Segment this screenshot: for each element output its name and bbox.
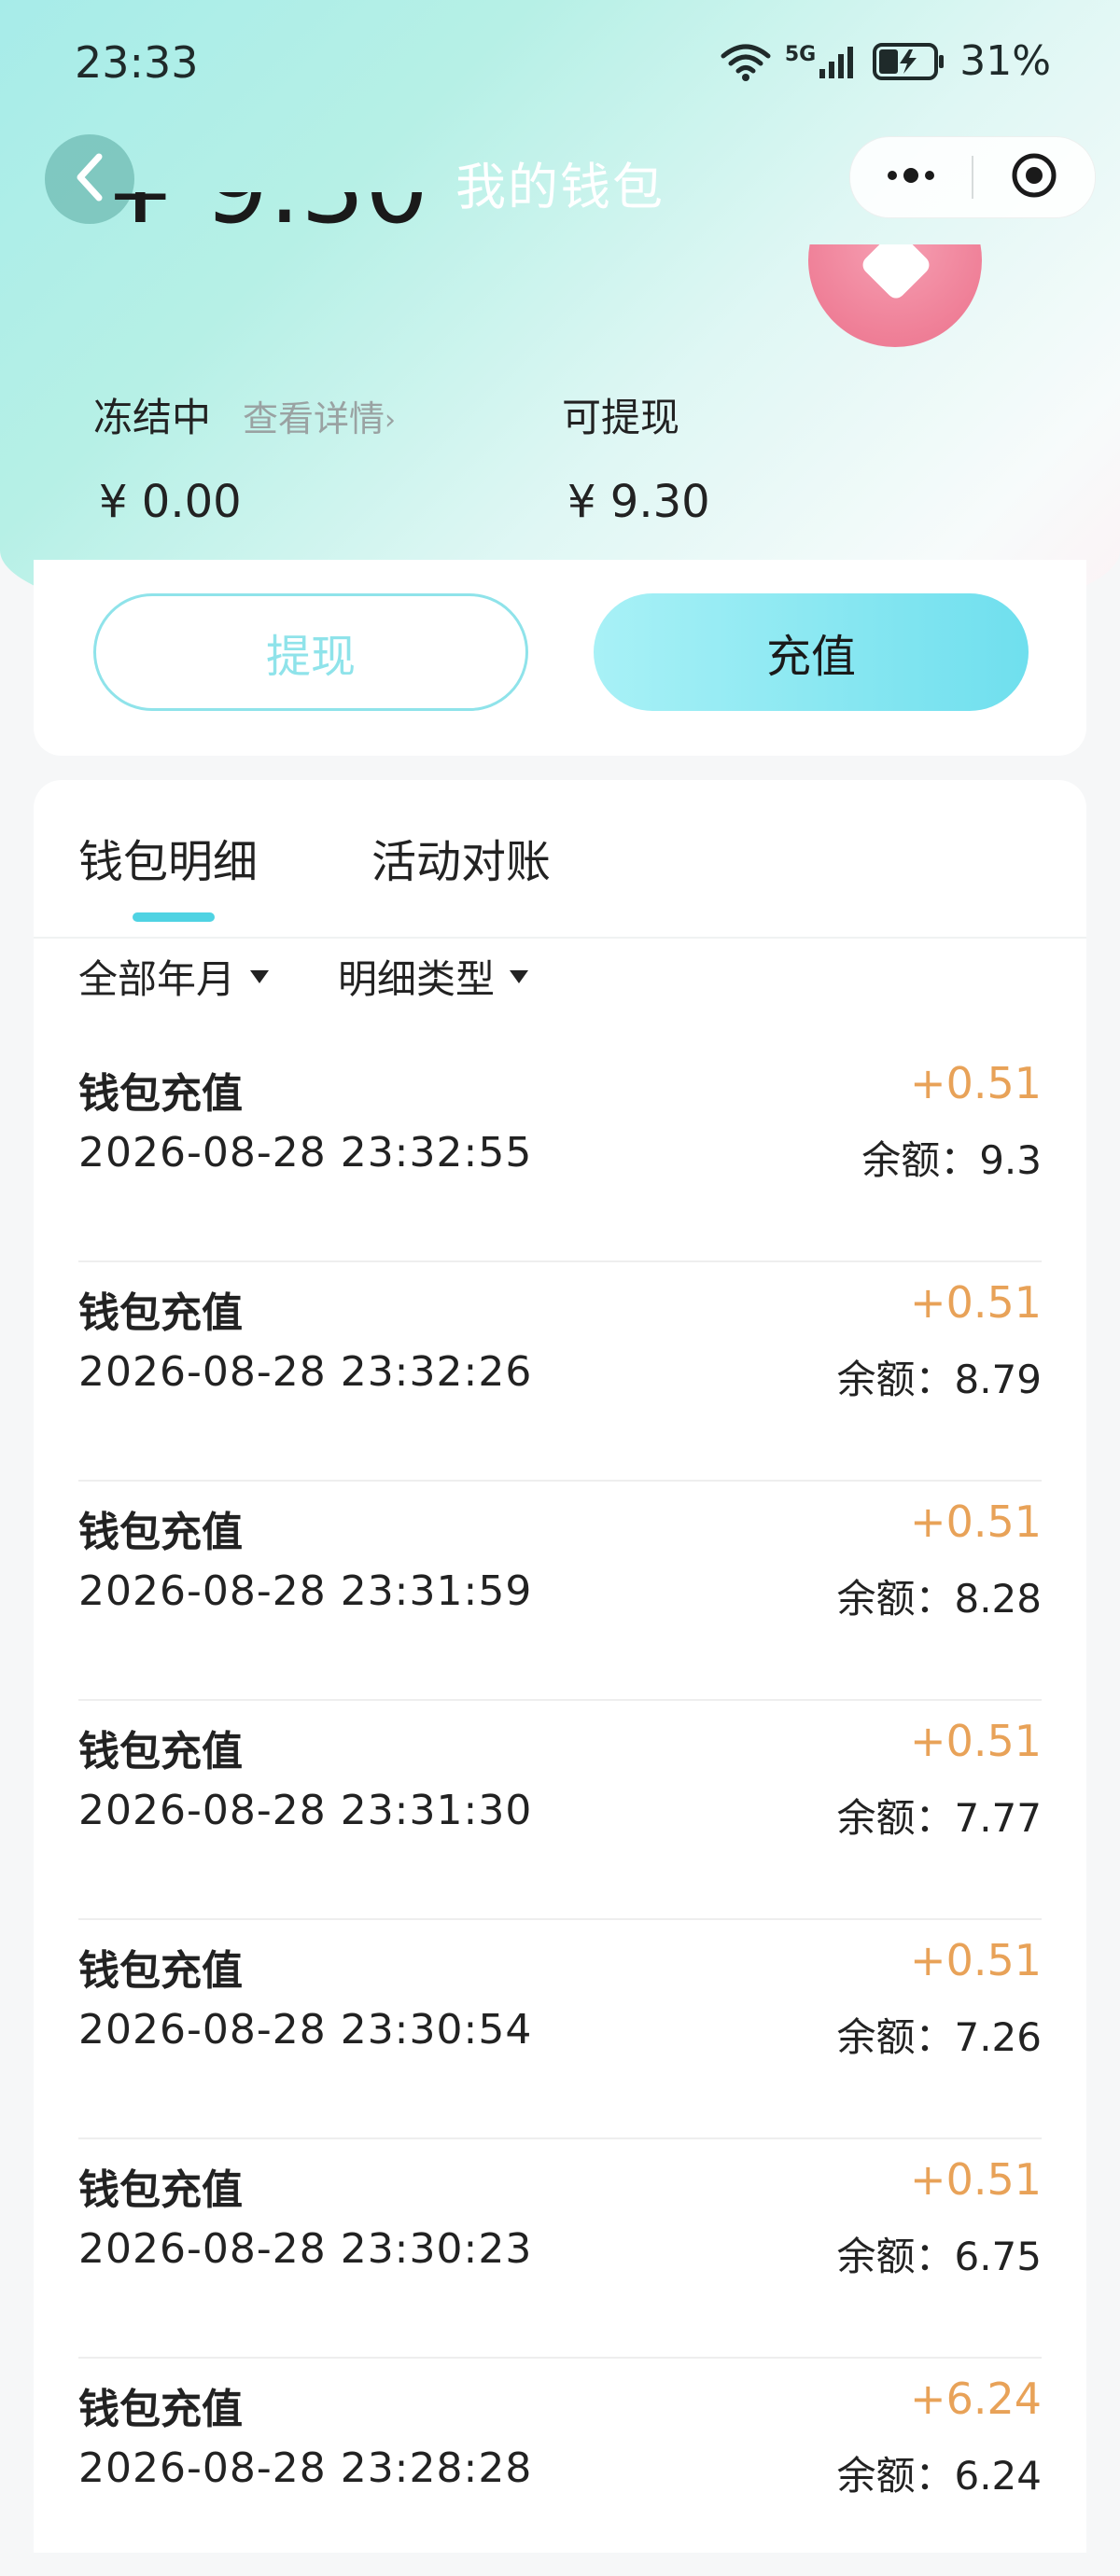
balance-amount: ¥ 9.30 bbox=[108, 192, 429, 254]
more-button[interactable] bbox=[850, 137, 972, 217]
target-icon bbox=[1010, 151, 1058, 203]
active-tab-indicator bbox=[133, 912, 215, 922]
withdraw-button[interactable]: 提现 bbox=[93, 593, 528, 711]
transaction-time: 2026-08-28 23:30:54 bbox=[78, 2006, 533, 2054]
month-filter[interactable]: 全部年月 bbox=[78, 948, 270, 1005]
mini-program-capsule bbox=[849, 136, 1096, 218]
list-item[interactable]: 钱包充值 2026-08-28 23:31:30 +0.51 余额：7.77 bbox=[78, 1701, 1042, 1920]
list-item[interactable]: 钱包充值 2026-08-28 23:30:54 +0.51 余额：7.26 bbox=[78, 1920, 1042, 2139]
chevron-right-icon: › bbox=[385, 404, 397, 437]
close-mini-program-button[interactable] bbox=[973, 137, 1095, 217]
transaction-balance: 余额：6.75 bbox=[836, 2234, 1042, 2279]
balance-text: ¥ 9.30 bbox=[108, 192, 429, 254]
transaction-title: 钱包充值 bbox=[78, 2386, 243, 2433]
tabs-divider bbox=[34, 937, 1086, 939]
tab-activity-reconciliation[interactable]: 活动对账 bbox=[371, 825, 551, 890]
transaction-title: 钱包充值 bbox=[78, 1070, 243, 1118]
transaction-title: 钱包充值 bbox=[78, 1509, 243, 1556]
status-time: 23:33 bbox=[75, 37, 199, 88]
view-details-link[interactable]: 查看详情› bbox=[243, 390, 396, 441]
transaction-balance: 余额：9.3 bbox=[861, 1137, 1042, 1183]
transaction-amount: +0.51 bbox=[910, 2154, 1042, 2205]
caret-down-icon bbox=[250, 969, 270, 983]
signal-icon: 5G bbox=[785, 43, 859, 80]
network-type: 5G bbox=[784, 42, 817, 66]
type-filter-label: 明细类型 bbox=[338, 956, 496, 1002]
tab-wallet-details[interactable]: 钱包明细 bbox=[78, 825, 258, 890]
type-filter[interactable]: 明细类型 bbox=[338, 948, 529, 1005]
transaction-amount: +0.51 bbox=[910, 1277, 1042, 1328]
transaction-time: 2026-08-28 23:30:23 bbox=[78, 2225, 533, 2273]
transaction-amount: +0.51 bbox=[910, 1716, 1042, 1766]
transaction-amount: +0.51 bbox=[910, 1058, 1042, 1108]
transaction-time: 2026-08-28 23:28:28 bbox=[78, 2444, 533, 2492]
recharge-button[interactable]: 充值 bbox=[594, 593, 1029, 711]
list-item[interactable]: 钱包充值 2026-08-28 23:32:55 +0.51 余额：9.3 bbox=[78, 1043, 1042, 1262]
frozen-label: 冻结中 bbox=[93, 395, 212, 440]
list-item[interactable]: 钱包充值 2026-08-28 23:31:59 +0.51 余额：8.28 bbox=[78, 1482, 1042, 1701]
wifi-icon bbox=[720, 41, 772, 82]
withdrawable-value: ¥ 9.30 bbox=[567, 476, 710, 528]
transaction-time: 2026-08-28 23:32:55 bbox=[78, 1129, 533, 1177]
status-icons: 5G 31% bbox=[720, 37, 1051, 85]
battery-icon bbox=[872, 42, 946, 81]
transaction-title: 钱包充值 bbox=[78, 1947, 243, 1995]
more-icon bbox=[883, 166, 939, 188]
withdrawable-label: 可提现 bbox=[562, 395, 680, 440]
transaction-balance: 余额：7.77 bbox=[836, 1795, 1042, 1841]
transaction-balance: 余额：8.28 bbox=[836, 1576, 1042, 1622]
transaction-amount: +6.24 bbox=[910, 2374, 1042, 2424]
transaction-title: 钱包充值 bbox=[78, 1289, 243, 1337]
list-item[interactable]: 钱包充值 2026-08-28 23:28:28 +6.24 余额：6.24 bbox=[78, 2359, 1042, 2576]
transaction-time: 2026-08-28 23:31:30 bbox=[78, 1787, 533, 1834]
transaction-balance: 余额：8.79 bbox=[836, 1357, 1042, 1402]
transaction-time: 2026-08-28 23:31:59 bbox=[78, 1567, 533, 1615]
battery-percent: 31% bbox=[959, 37, 1051, 85]
badge-icon bbox=[808, 244, 982, 347]
transaction-amount: +0.51 bbox=[910, 1497, 1042, 1547]
view-details-label: 查看详情 bbox=[243, 398, 385, 439]
transaction-amount: +0.51 bbox=[910, 1935, 1042, 1985]
frozen-value: ¥ 0.00 bbox=[99, 476, 242, 528]
status-bar: 23:33 5G 31% bbox=[0, 0, 1120, 131]
transaction-title: 钱包充值 bbox=[78, 2166, 243, 2214]
transaction-list: 钱包充值 2026-08-28 23:32:55 +0.51 余额：9.3 钱包… bbox=[78, 1043, 1042, 2576]
month-filter-label: 全部年月 bbox=[78, 956, 236, 1002]
transaction-balance: 余额：7.26 bbox=[836, 2014, 1042, 2060]
transaction-balance: 余额：6.24 bbox=[836, 2453, 1042, 2499]
transaction-time: 2026-08-28 23:32:26 bbox=[78, 1348, 533, 1396]
caret-down-icon bbox=[510, 969, 529, 983]
list-item[interactable]: 钱包充值 2026-08-28 23:32:26 +0.51 余额：8.79 bbox=[78, 1262, 1042, 1482]
transaction-title: 钱包充值 bbox=[78, 1728, 243, 1775]
list-item[interactable]: 钱包充值 2026-08-28 23:30:23 +0.51 余额：6.75 bbox=[78, 2139, 1042, 2359]
